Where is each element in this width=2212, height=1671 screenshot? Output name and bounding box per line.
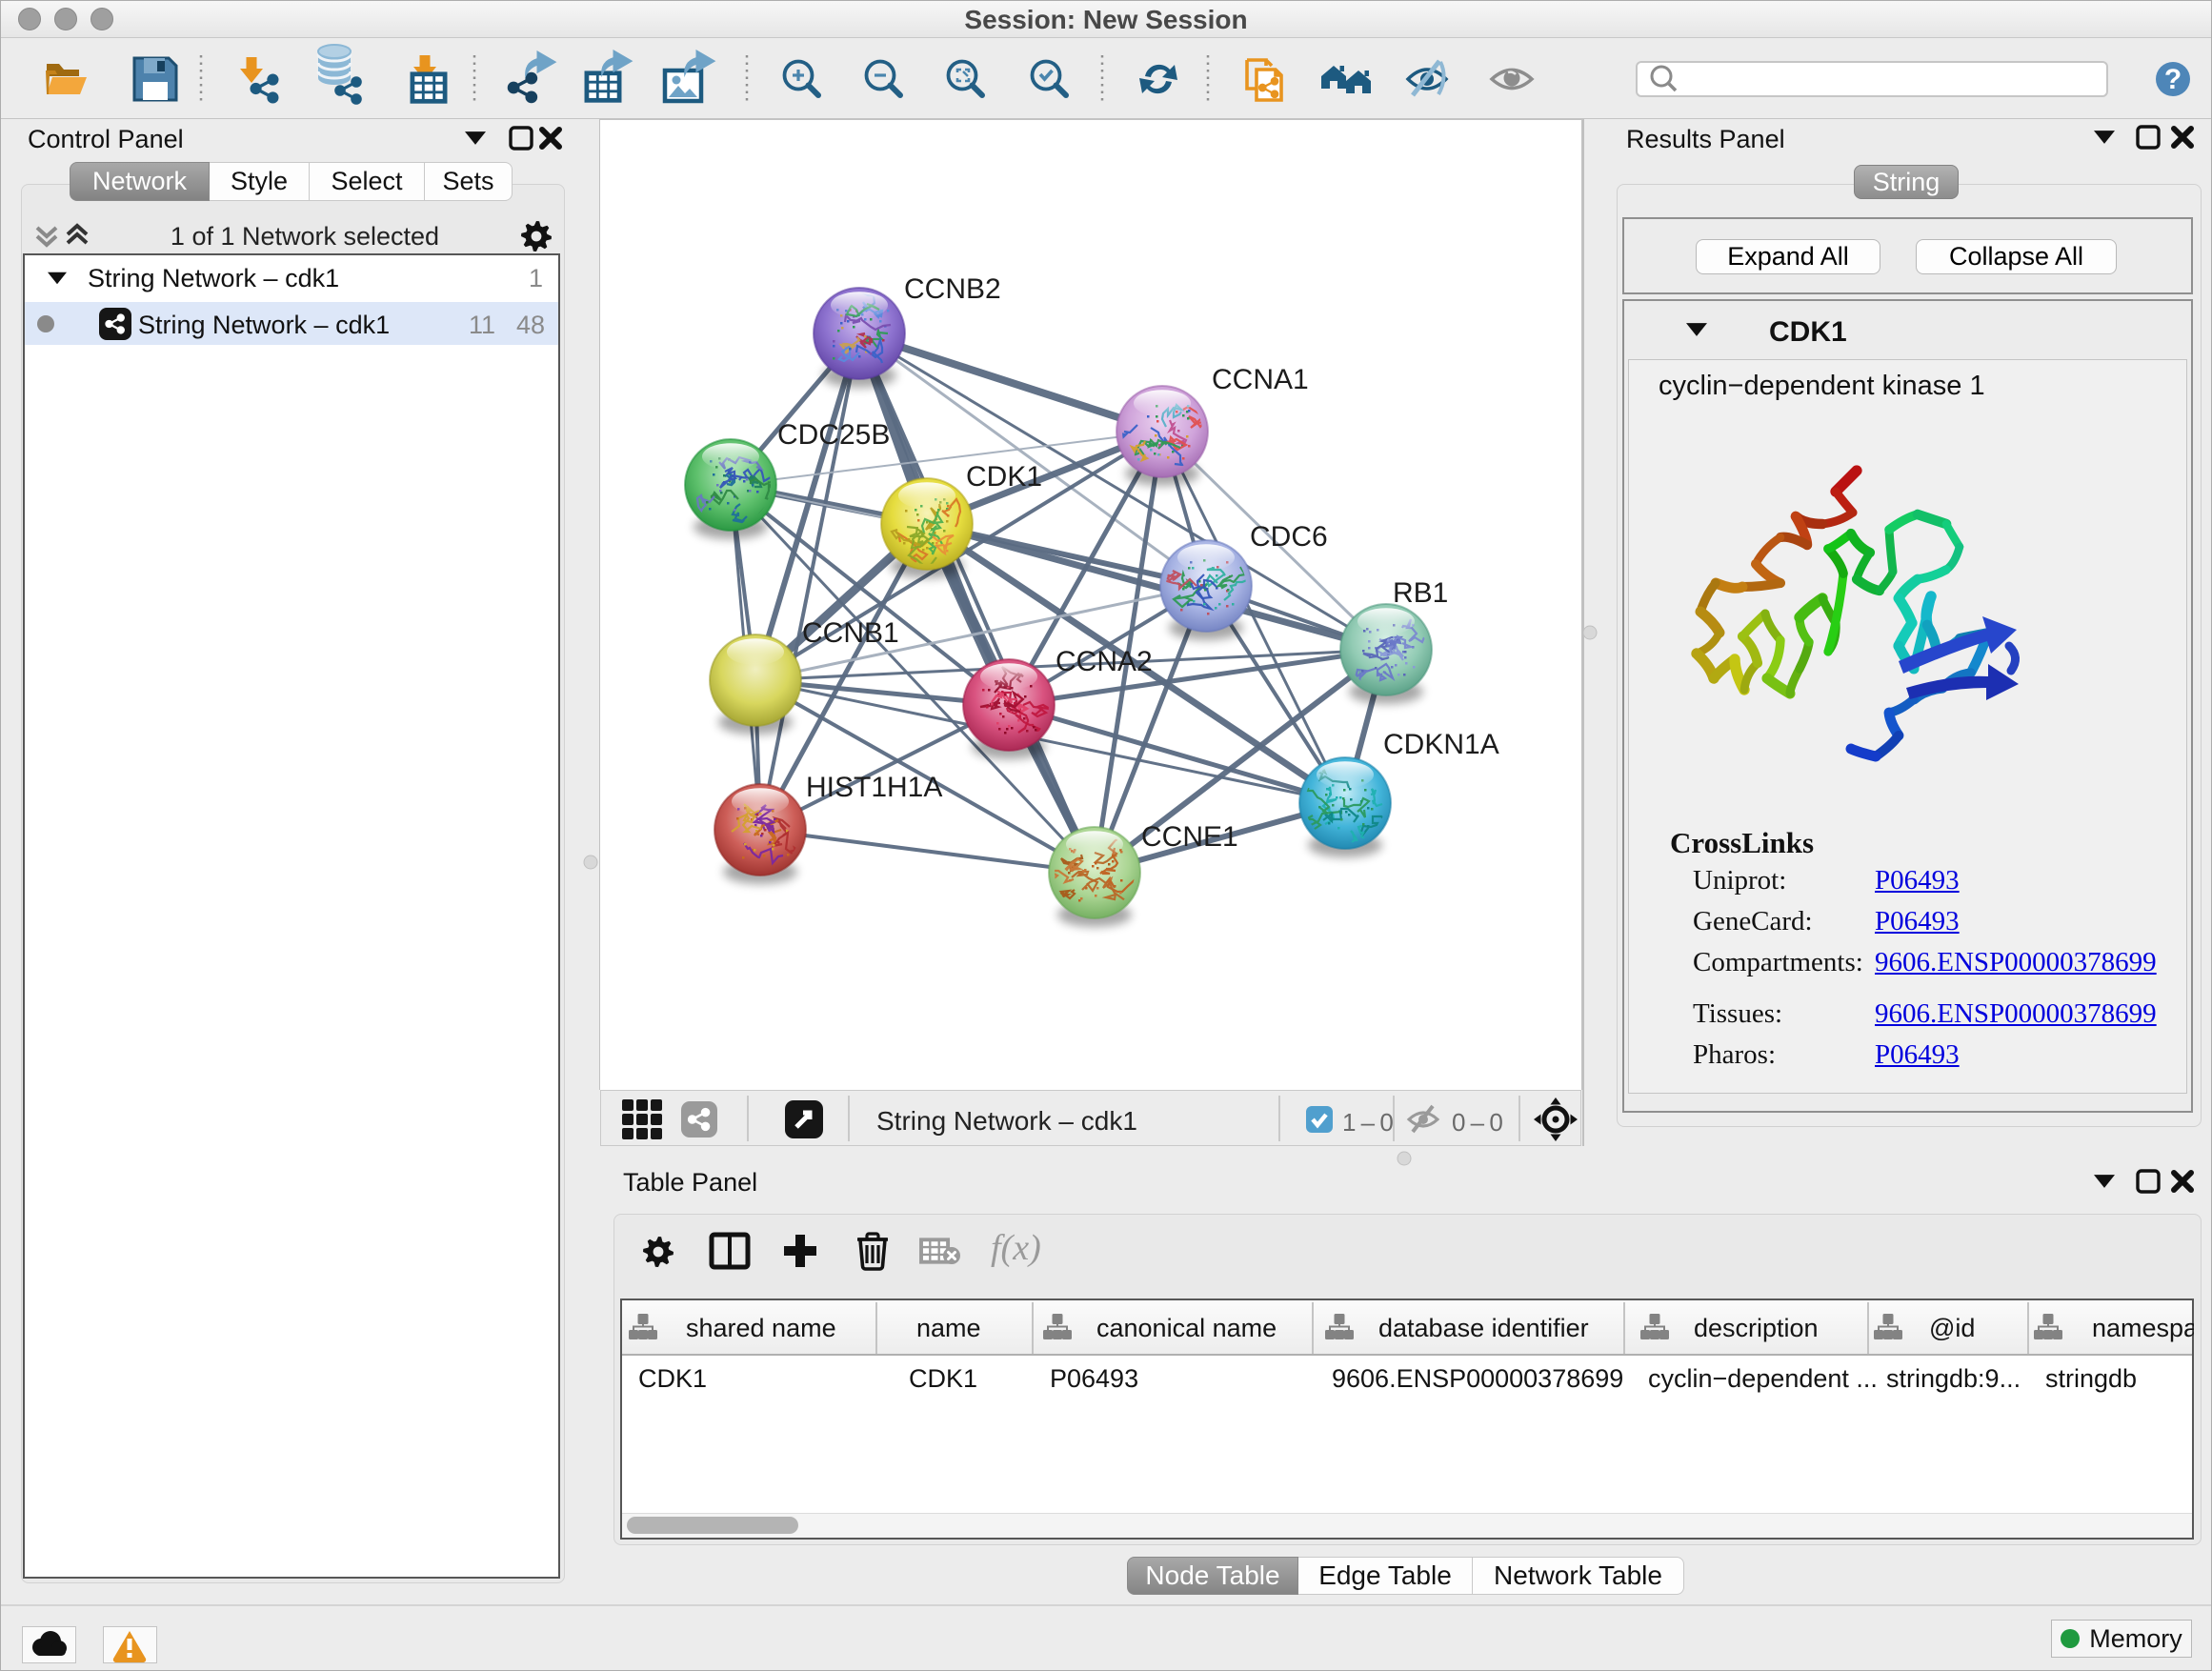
svg-text:CDK1: CDK1 <box>966 461 1042 493</box>
svg-text:CDKN1A: CDKN1A <box>1383 729 1499 760</box>
svg-text:CCNB1: CCNB1 <box>802 617 899 649</box>
svg-text:CDC25B: CDC25B <box>777 419 890 451</box>
svg-text:RB1: RB1 <box>1393 577 1448 609</box>
svg-text:CCNE1: CCNE1 <box>1141 821 1238 853</box>
svg-text:HIST1H1A: HIST1H1A <box>806 772 942 803</box>
svg-text:CDC6: CDC6 <box>1250 521 1328 553</box>
svg-text:CCNA2: CCNA2 <box>1056 646 1153 677</box>
